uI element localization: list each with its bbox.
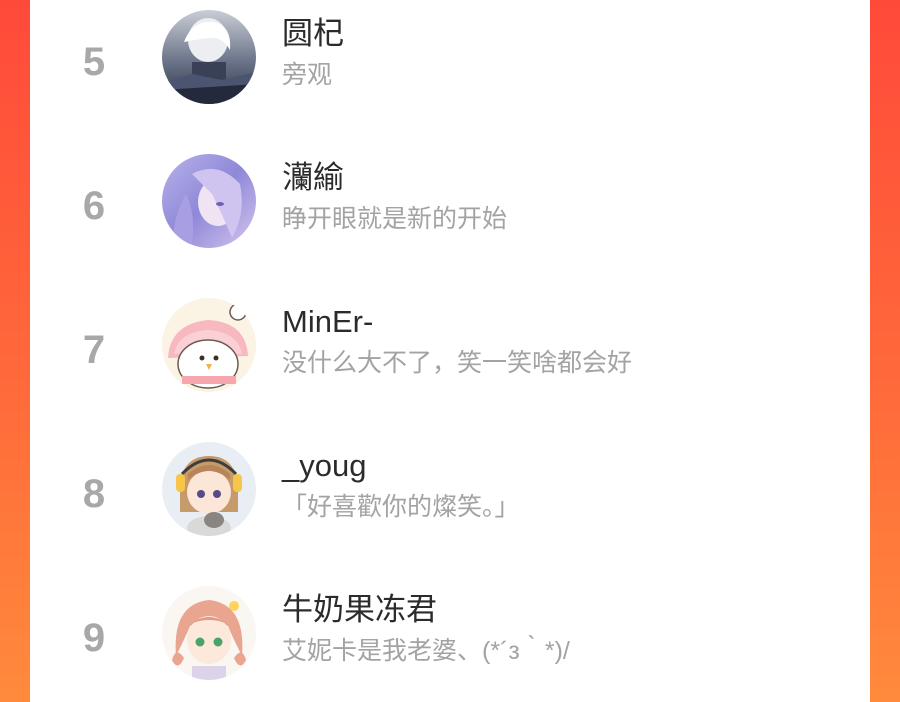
rank-number: 7 [82,328,106,372]
ranking-row[interactable]: 8 _youg 「好喜歡你的燦笑。」 [30,442,870,552]
rank-number: 5 [82,40,106,84]
ranking-card: 5 圆杞 旁观 6 灡緰 睁开眼就是新的开始 7 MinEr- 没什么大不了，笑… [30,0,870,702]
avatar[interactable] [162,442,256,536]
ranking-row[interactable]: 7 MinEr- 没什么大不了，笑一笑啥都会好 [30,298,870,408]
user-name[interactable]: 灡緰 [282,158,344,198]
user-name[interactable]: 牛奶果冻君 [282,590,437,630]
user-signature: 「好喜歡你的燦笑。」 [282,493,520,521]
rank-number: 9 [82,616,106,660]
avatar[interactable] [162,10,256,104]
user-signature: 旁观 [282,61,333,89]
avatar[interactable] [162,154,256,248]
user-name[interactable]: 圆杞 [282,14,344,54]
avatar-image [162,586,256,680]
ranking-row[interactable]: 5 圆杞 旁观 [30,10,870,120]
avatar[interactable] [162,298,256,392]
user-signature: 没什么大不了，笑一笑啥都会好 [282,349,633,377]
avatar-image [162,298,256,392]
ranking-row[interactable]: 6 灡緰 睁开眼就是新的开始 [30,154,870,264]
ranking-row[interactable]: 9 牛奶果冻君 艾妮卡是我老婆、(*´з｀*)/ [30,586,870,696]
user-name[interactable]: MinEr- [282,302,373,342]
user-signature: 睁开眼就是新的开始 [282,205,508,233]
avatar[interactable] [162,586,256,680]
rank-number: 8 [82,472,106,516]
user-name[interactable]: _youg [282,446,366,486]
rank-number: 6 [82,184,106,228]
user-signature: 艾妮卡是我老婆、(*´з｀*)/ [282,637,570,665]
avatar-image [162,154,256,248]
avatar-image [162,10,256,104]
avatar-image [162,442,256,536]
